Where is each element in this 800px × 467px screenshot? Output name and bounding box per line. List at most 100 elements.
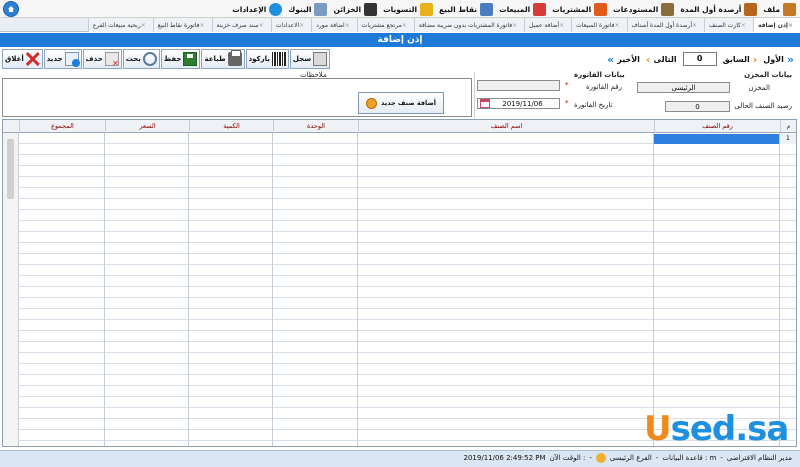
- double-chevron-left-icon: «: [607, 52, 615, 66]
- menu-settlements[interactable]: التسويات: [383, 2, 434, 16]
- status-admin: مدير النظام الافتراضى: [726, 454, 792, 462]
- search-icon: [142, 52, 157, 66]
- nav-next-button[interactable]: التالى ‹: [646, 53, 677, 66]
- status-time-value: 2019/11/06 2:49:52 PM: [463, 454, 546, 462]
- tab-opening-items[interactable]: × أرصدة أول المدة أصناف: [626, 18, 705, 32]
- menu-items: ملف أرصدة أول المدة المستودعات المشتريات…: [226, 0, 796, 18]
- close-icon[interactable]: ×: [345, 19, 350, 32]
- close-icon[interactable]: ×: [402, 19, 407, 32]
- store-field[interactable]: الرئيسى: [637, 82, 730, 93]
- tab-pos-invoice[interactable]: × فاتورة نقاط البيع: [152, 18, 212, 32]
- save-disk-icon: [183, 52, 198, 66]
- cart-icon: [594, 2, 608, 16]
- nav-prev-button[interactable]: › السابق: [723, 53, 758, 66]
- grid-scrollbar[interactable]: [3, 133, 19, 446]
- col-item-number[interactable]: رقم الصنف: [654, 120, 780, 133]
- menu-file[interactable]: ملف: [763, 2, 796, 16]
- menu-purchases[interactable]: المشتريات: [552, 2, 608, 16]
- selected-cell[interactable]: [654, 134, 779, 144]
- monitor-icon: [480, 2, 494, 16]
- col-item-name[interactable]: اسم الصنف: [358, 120, 654, 133]
- tab-cash-voucher[interactable]: × سند صرف خزينة: [211, 18, 271, 32]
- menu-opening-balances[interactable]: أرصدة أول المدة: [680, 2, 758, 16]
- invoice-date-label: تاريخ الفاتورة: [574, 101, 613, 109]
- menu-banks[interactable]: البنوك: [288, 2, 328, 16]
- close-icon[interactable]: ×: [512, 19, 517, 32]
- close-icon[interactable]: ×: [141, 19, 146, 32]
- grid-divider: [357, 133, 358, 446]
- warehouse-icon: [661, 2, 675, 16]
- close-icon[interactable]: ×: [200, 19, 205, 32]
- nav-first-button[interactable]: » الأول: [763, 53, 794, 66]
- record-number-field[interactable]: 0: [682, 52, 717, 66]
- grid-divider: [272, 133, 273, 446]
- new-button[interactable]: جديد: [43, 49, 82, 69]
- col-total[interactable]: المجموع: [19, 120, 105, 133]
- invoice-number-label: رقم الفاتورة: [586, 83, 622, 91]
- balance-field: 0: [665, 101, 730, 112]
- status-branch: الفرع الرئيسى: [609, 454, 652, 462]
- close-button[interactable]: أغلاق: [2, 49, 43, 69]
- record-icon: [313, 52, 328, 66]
- record-navigation: » الأول › السابق 0 التالى ‹ الأخير «: [601, 51, 794, 67]
- close-x-icon: [25, 52, 40, 66]
- status-time-label: الوقت الآن :: [549, 454, 586, 462]
- close-icon[interactable]: ×: [259, 19, 264, 32]
- grid-divider: [104, 133, 105, 446]
- invoice-number-field[interactable]: [477, 80, 560, 91]
- save-button[interactable]: حفظ: [160, 49, 201, 69]
- tab-settings[interactable]: × الاعدادات: [270, 18, 312, 32]
- folder-icon: [783, 2, 796, 16]
- col-price[interactable]: السعر: [105, 120, 189, 133]
- divider: [474, 72, 475, 118]
- home-icon[interactable]: [3, 1, 19, 17]
- status-separator: -: [720, 454, 723, 462]
- delete-button[interactable]: حذف: [82, 49, 122, 69]
- new-document-icon: [64, 52, 80, 67]
- scrollbar-thumb[interactable]: [7, 139, 14, 199]
- tab-sales-invoice[interactable]: × فاتورة المبيعات: [571, 18, 627, 32]
- calendar-icon[interactable]: [480, 99, 490, 108]
- tab-item-card[interactable]: × كارت الصنف: [704, 18, 753, 32]
- close-icon[interactable]: ×: [741, 19, 746, 32]
- menu-settings[interactable]: الإعدادات: [232, 2, 283, 16]
- tab-purchase-return[interactable]: × مرتجع مشتريات: [356, 18, 414, 32]
- grid-divider: [653, 133, 654, 446]
- tab-add-permission[interactable]: × إذن إضافة: [752, 18, 800, 32]
- add-new-item-button[interactable]: أضافة صنف جديد: [358, 92, 444, 114]
- required-marker: *: [565, 99, 569, 107]
- close-icon[interactable]: ×: [788, 19, 793, 32]
- close-icon[interactable]: ×: [299, 19, 304, 32]
- chevron-right-icon: ›: [752, 52, 758, 66]
- menu-treasuries[interactable]: الخزائن: [333, 2, 378, 16]
- menu-sales[interactable]: المبيعات: [499, 2, 547, 16]
- print-button[interactable]: طباعة: [201, 49, 245, 69]
- grid-rows: [3, 133, 796, 446]
- tab-branch-profit[interactable]: × ربحية مبيعات الفرع: [87, 18, 153, 32]
- tabs: × إذن إضافة × كارت الصنف × أرصدة أول المدة …: [87, 18, 800, 32]
- close-icon[interactable]: ×: [692, 19, 697, 32]
- tab-add-supplier[interactable]: × اضافة مورد: [311, 18, 357, 32]
- close-icon[interactable]: ×: [559, 19, 564, 32]
- nav-last-button[interactable]: الأخير «: [607, 53, 640, 66]
- record-button[interactable]: سجل: [289, 49, 331, 69]
- status-bar: مدير النظام الافتراضى - قاعدة البيانات :…: [0, 450, 800, 467]
- grid-header: م رقم الصنف اسم الصنف الوحدة الكمية السع…: [3, 120, 796, 133]
- delete-icon: [104, 52, 119, 68]
- menu-bar: ملف أرصدة أول المدة المستودعات المشتريات…: [0, 0, 800, 18]
- balance-label: رصيد الصنف الحالى: [734, 102, 792, 110]
- row-number: 1: [780, 133, 796, 144]
- settings-icon: [269, 2, 283, 16]
- tab-add-customer[interactable]: × أضافة عميل: [524, 18, 572, 32]
- col-quantity[interactable]: الكمية: [189, 120, 273, 133]
- store-label: المخزن: [748, 84, 770, 92]
- folder-yellow-icon: [420, 2, 434, 16]
- barcode-button[interactable]: باركود: [245, 49, 289, 69]
- tab-purchase-no-vat[interactable]: × فاتورة المشتريات بدون ضريبة مضافة: [413, 18, 525, 32]
- col-unit[interactable]: الوحدة: [273, 120, 358, 133]
- close-icon[interactable]: ×: [615, 19, 620, 32]
- menu-pos[interactable]: نقاط البيع: [439, 2, 494, 16]
- required-marker: *: [565, 81, 569, 89]
- search-button[interactable]: بحث: [122, 49, 160, 69]
- menu-warehouses[interactable]: المستودعات: [613, 2, 675, 16]
